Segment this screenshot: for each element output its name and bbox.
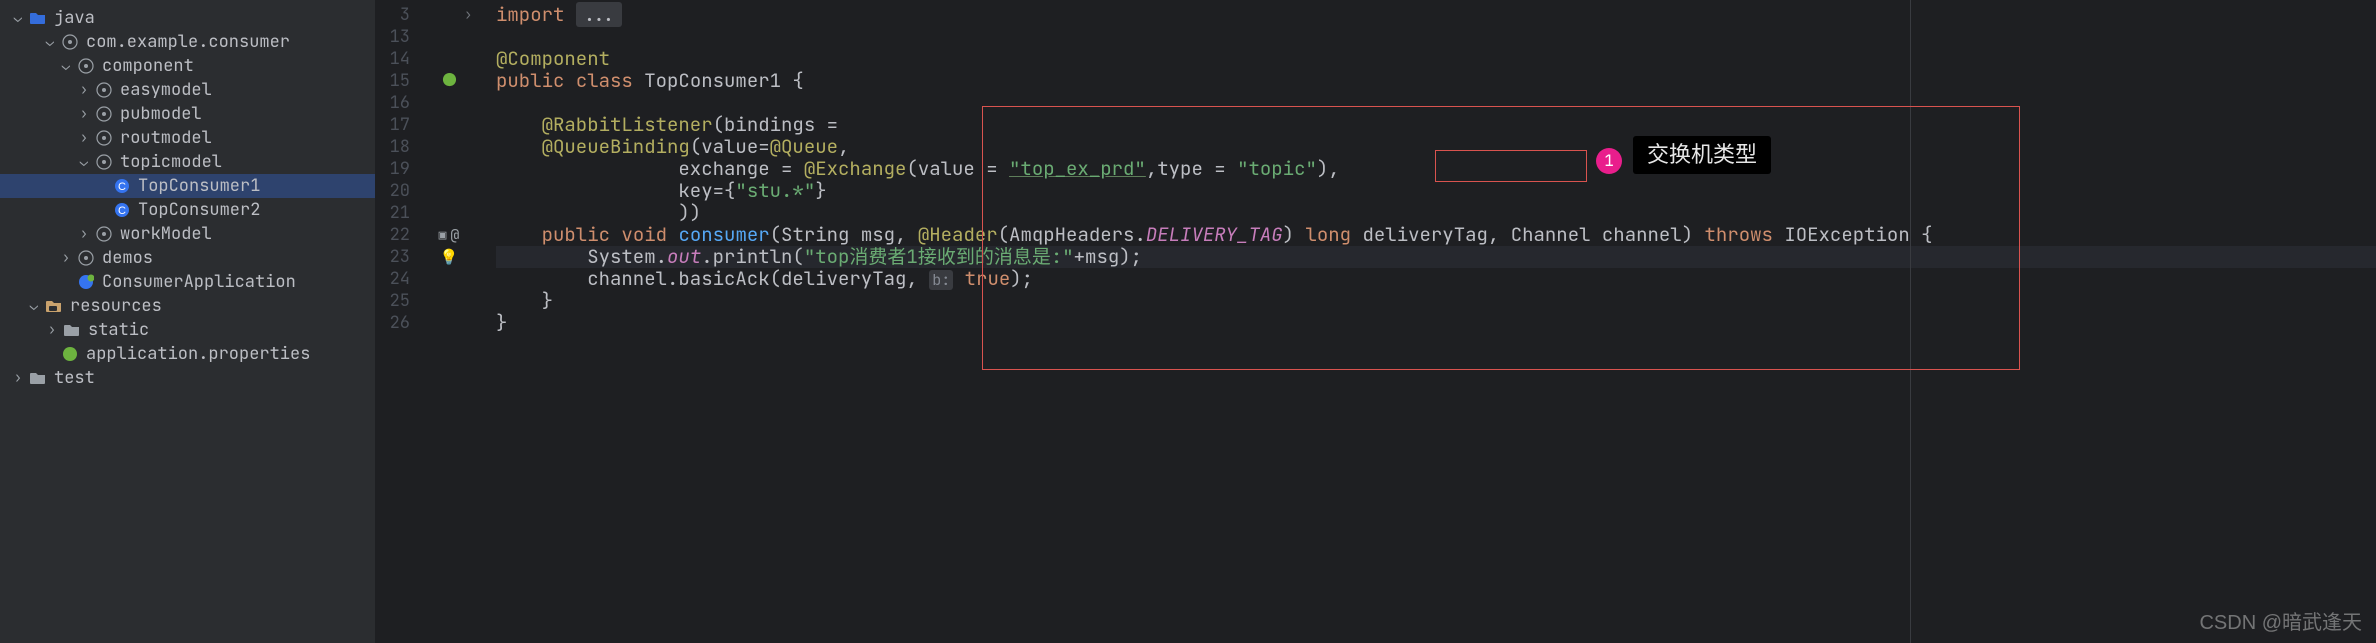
chevron-down-icon: ⌄: [76, 153, 92, 171]
fold-chevron-icon[interactable]: ›: [464, 4, 472, 26]
package-icon: [76, 250, 96, 266]
line-number: 17: [376, 114, 410, 136]
right-margin-line: [1910, 0, 1911, 643]
tree-java[interactable]: ⌄ java: [0, 6, 375, 30]
gutter-icons: ▣@ 💡: [420, 0, 478, 643]
line-number: 20: [376, 180, 410, 202]
tree-label: java: [54, 7, 95, 29]
folder-icon: [62, 323, 82, 337]
tree-label: routmodel: [120, 127, 212, 149]
tree-easymodel[interactable]: › easymodel: [0, 78, 375, 102]
spring-props-icon: [60, 346, 80, 362]
chevron-right-icon: ›: [58, 249, 74, 267]
usages-icon[interactable]: ▣: [439, 224, 447, 246]
line-number: 19: [376, 158, 410, 180]
tree-demos[interactable]: › demos: [0, 246, 375, 270]
chevron-down-icon: ⌄: [58, 57, 74, 75]
package-icon: [94, 154, 114, 170]
annotation-number-circle: 1: [1596, 148, 1622, 174]
tree-static[interactable]: › static: [0, 318, 375, 342]
line-number: 25: [376, 290, 410, 312]
watermark: CSDN @暗武逢天: [2199, 606, 2362, 635]
tree-test[interactable]: › test: [0, 366, 375, 390]
package-icon: [94, 130, 114, 146]
tree-label: pubmodel: [120, 103, 202, 125]
spring-class-icon: [76, 274, 96, 290]
resources-icon: [44, 298, 64, 314]
tree-label: TopConsumer2: [138, 199, 260, 221]
tree-label: com.example.consumer: [86, 31, 290, 53]
tree-routmodel[interactable]: › routmodel: [0, 126, 375, 150]
param-hint: b:: [929, 270, 953, 290]
editor-area[interactable]: 3 13 14 15 16 17 18 19 20 21 22 23 24 25…: [376, 0, 2376, 643]
line-number: 14: [376, 48, 410, 70]
tree-workmodel[interactable]: › workModel: [0, 222, 375, 246]
tree-label: TopConsumer1: [138, 175, 260, 197]
chevron-down-icon: ⌄: [42, 33, 58, 51]
tree-label: component: [102, 55, 194, 77]
folder-icon: [28, 371, 48, 385]
class-icon: C: [112, 202, 132, 218]
bulb-icon[interactable]: 💡: [440, 246, 459, 268]
line-number: 21: [376, 202, 410, 224]
tree-label: ConsumerApplication: [102, 271, 296, 293]
tree-consumerapp[interactable]: ConsumerApplication: [0, 270, 375, 294]
package-icon: [94, 106, 114, 122]
tree-label: test: [54, 367, 95, 389]
chevron-down-icon: ⌄: [26, 297, 42, 315]
tree-label: workModel: [120, 223, 212, 245]
annotation-icon[interactable]: @: [450, 224, 459, 246]
tree-topicmodel[interactable]: ⌄ topicmodel: [0, 150, 375, 174]
line-number: 13: [376, 26, 410, 48]
svg-text:C: C: [118, 205, 126, 217]
tree-topconsumer2[interactable]: C TopConsumer2: [0, 198, 375, 222]
tree-label: static: [88, 319, 149, 341]
chevron-right-icon: ›: [76, 129, 92, 147]
line-number: 26: [376, 312, 410, 334]
tree-resources[interactable]: ⌄ resources: [0, 294, 375, 318]
line-number: 24: [376, 268, 410, 290]
line-number: 3: [376, 4, 410, 26]
chevron-right-icon: ›: [44, 321, 60, 339]
tree-package[interactable]: ⌄ com.example.consumer: [0, 30, 375, 54]
code-editor[interactable]: ›import ... @Component public class TopC…: [478, 0, 2376, 643]
line-number: 23: [376, 246, 410, 268]
spring-bean-icon[interactable]: [442, 70, 457, 92]
package-icon: [94, 82, 114, 98]
package-icon: [60, 34, 80, 50]
line-number-gutter: 3 13 14 15 16 17 18 19 20 21 22 23 24 25…: [376, 0, 420, 643]
line-number: 16: [376, 92, 410, 114]
tree-topconsumer1[interactable]: C TopConsumer1: [0, 174, 375, 198]
tree-label: demos: [102, 247, 153, 269]
tree-component[interactable]: ⌄ component: [0, 54, 375, 78]
package-icon: [76, 58, 96, 74]
annotation-label: 交换机类型: [1633, 136, 1771, 174]
import-fold[interactable]: ...: [576, 2, 622, 27]
class-icon: C: [112, 178, 132, 194]
chevron-right-icon: ›: [10, 369, 26, 387]
tree-label: resources: [70, 295, 162, 317]
folder-icon: [28, 11, 48, 25]
line-number: 15: [376, 70, 410, 92]
line-number: 18: [376, 136, 410, 158]
svg-text:C: C: [118, 181, 126, 193]
line-number: 22: [376, 224, 410, 246]
tree-appprops[interactable]: application.properties: [0, 342, 375, 366]
tree-label: topicmodel: [120, 151, 222, 173]
package-icon: [94, 226, 114, 242]
tree-label: easymodel: [120, 79, 212, 101]
chevron-down-icon: ⌄: [10, 9, 26, 27]
tree-pubmodel[interactable]: › pubmodel: [0, 102, 375, 126]
chevron-right-icon: ›: [76, 81, 92, 99]
chevron-right-icon: ›: [76, 225, 92, 243]
project-tree[interactable]: ⌄ java ⌄ com.example.consumer ⌄ componen…: [0, 0, 376, 643]
tree-label: application.properties: [86, 343, 310, 365]
chevron-right-icon: ›: [76, 105, 92, 123]
